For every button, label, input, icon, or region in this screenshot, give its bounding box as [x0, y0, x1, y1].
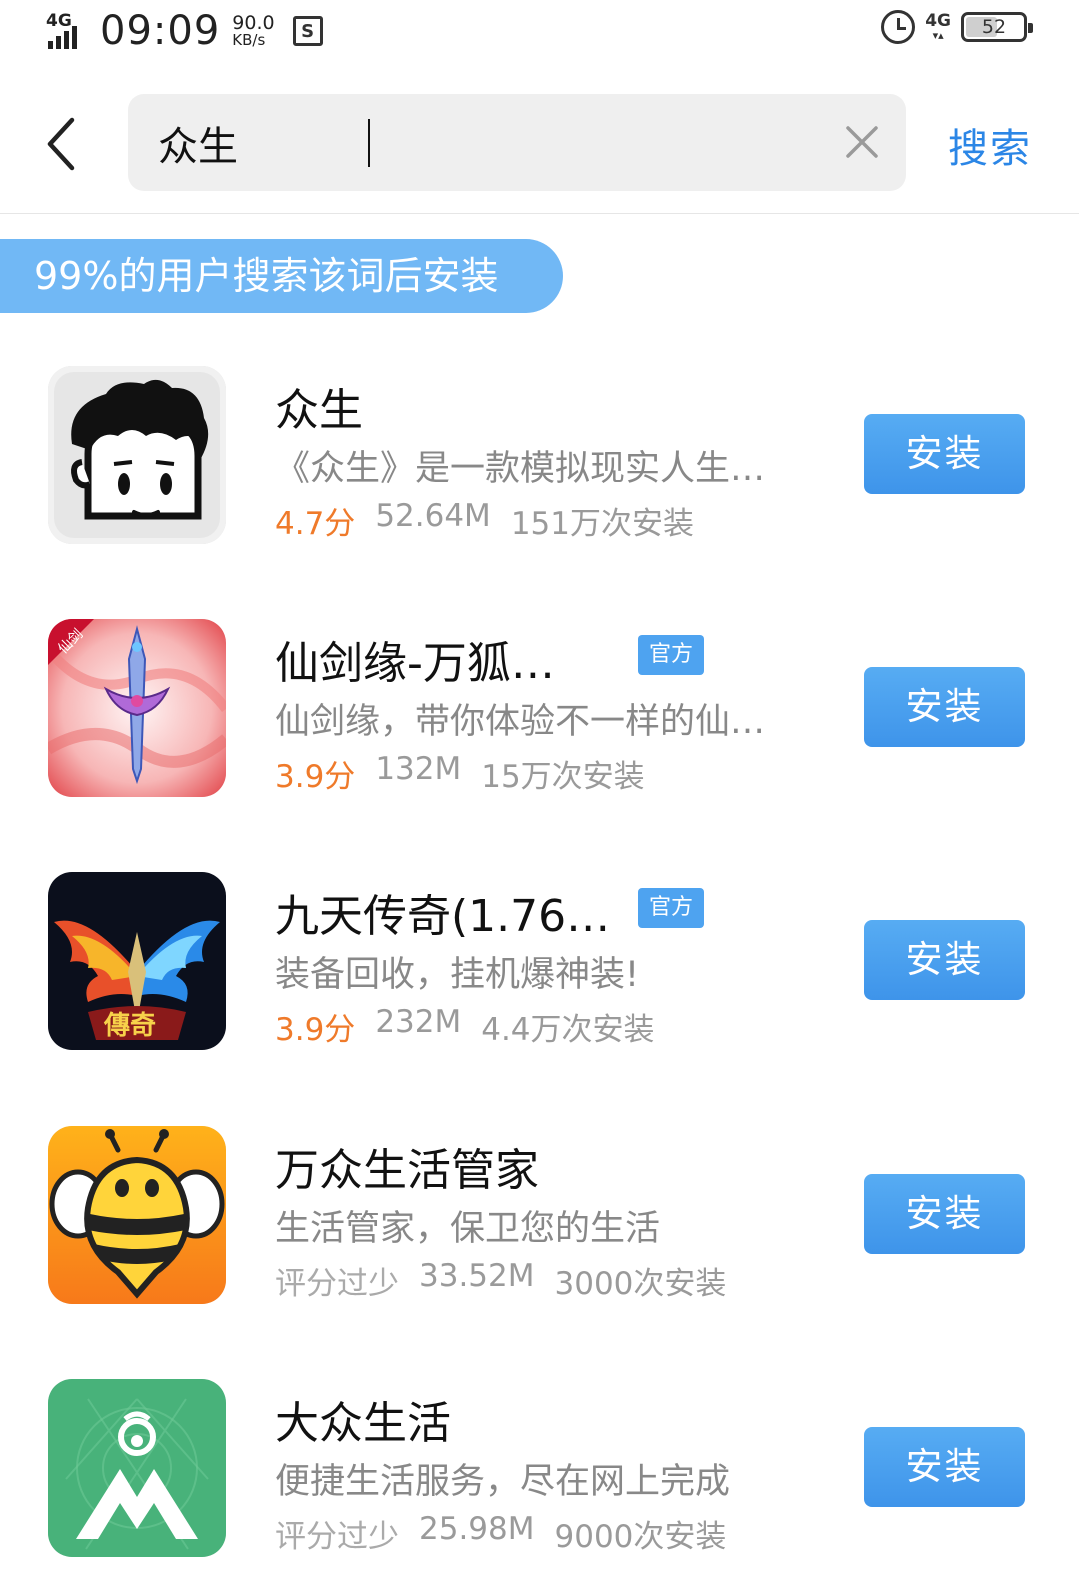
app-installs: 15万次安装	[481, 759, 645, 795]
mobile-data-icon: 4G ▾▴	[925, 11, 951, 42]
install-button[interactable]: 安装	[864, 920, 1025, 1000]
app-name[interactable]: 九天传奇(1.76…	[275, 880, 610, 944]
app-description: 装备回收，挂机爆神装!	[275, 955, 640, 995]
app-name[interactable]: 万众生活管家	[275, 1134, 539, 1198]
app-size: 52.64M	[375, 498, 491, 534]
search-box[interactable]	[128, 94, 906, 191]
install-button[interactable]: 安装	[864, 1427, 1025, 1507]
phoenix-wings-icon[interactable]: 傳奇	[48, 872, 226, 1050]
install-hint-banner: 99%的用户搜索该词后安装	[0, 239, 563, 313]
app-name[interactable]: 大众生活	[275, 1387, 451, 1451]
back-button[interactable]	[40, 114, 84, 174]
text-caret	[368, 119, 370, 167]
app-size: 232M	[375, 1004, 462, 1040]
status-right: 4G ▾▴ 52	[881, 10, 1033, 44]
app-size: 33.52M	[419, 1258, 535, 1294]
install-button[interactable]: 安装	[864, 414, 1025, 494]
app-rating: 评分过少	[275, 1519, 399, 1555]
app-meta: 评分过少 33.52M 3000次安装	[275, 1258, 726, 1303]
app-description: 《众生》是一款模拟现实人生…	[275, 449, 766, 489]
official-badge: 官方	[638, 888, 704, 928]
battery-level: 52	[981, 16, 1007, 38]
app-name[interactable]: 仙剑缘-万狐…	[275, 627, 555, 691]
app-description: 生活管家，保卫您的生活	[275, 1209, 661, 1249]
bee-icon[interactable]	[48, 1126, 226, 1304]
status-bar: 4G 09:09 90.0 KB/s S 4G ▾▴ 52	[0, 0, 1079, 64]
spider-m-logo-icon[interactable]	[48, 1379, 226, 1557]
app-rating: 3.9分	[275, 1012, 356, 1048]
app-installs: 3000次安装	[554, 1266, 727, 1302]
list-item[interactable]: 大众生活 便捷生活服务，尽在网上完成 评分过少 25.98M 9000次安装 安…	[0, 1353, 1079, 1578]
app-installs: 9000次安装	[554, 1519, 727, 1555]
app-meta: 3.9分 132M 15万次安装	[275, 751, 645, 796]
s-app-icon: S	[292, 16, 323, 46]
app-meta: 评分过少 25.98M 9000次安装	[275, 1511, 726, 1556]
speed-unit: KB/s	[232, 31, 266, 49]
clear-button[interactable]	[844, 124, 880, 160]
svg-text:傳奇: 傳奇	[103, 1011, 156, 1041]
app-name[interactable]: 众生	[275, 374, 363, 438]
network-speed: 90.0 KB/s	[232, 14, 274, 48]
clear-icon	[846, 126, 878, 158]
alarm-icon	[881, 10, 916, 44]
search-button[interactable]: 搜索	[948, 116, 1032, 174]
right-network-type: 4G	[925, 11, 951, 31]
list-item[interactable]: 傳奇 九天传奇(1.76… 官方 装备回收，挂机爆神装! 3.9分 232M 4…	[0, 846, 1079, 1076]
app-rating: 4.7分	[275, 506, 356, 542]
cartoon-face-icon[interactable]	[48, 366, 226, 544]
install-button[interactable]: 安装	[864, 1174, 1025, 1254]
battery-icon: 52	[961, 12, 1033, 42]
app-installs: 151万次安装	[510, 506, 694, 542]
app-rating: 评分过少	[275, 1266, 399, 1302]
status-left: 4G 09:09 90.0 KB/s S	[46, 8, 323, 54]
app-description: 便捷生活服务，尽在网上完成	[275, 1462, 731, 1502]
back-arrow-icon	[47, 117, 75, 171]
app-meta: 3.9分 232M 4.4万次安装	[275, 1004, 655, 1049]
clock: 09:09	[100, 8, 221, 54]
search-header: 搜索	[0, 64, 1079, 214]
app-description: 仙剑缘，带你体验不一样的仙…	[275, 702, 766, 742]
official-badge: 官方	[638, 635, 704, 675]
app-size: 132M	[375, 751, 462, 787]
app-rating: 3.9分	[275, 759, 356, 795]
signal-icon: 4G	[46, 11, 90, 51]
app-installs: 4.4万次安装	[481, 1012, 655, 1048]
app-size: 25.98M	[419, 1511, 535, 1547]
search-input[interactable]	[158, 108, 828, 178]
app-meta: 4.7分 52.64M 151万次安装	[275, 498, 694, 543]
sword-icon[interactable]: 仙剑	[48, 619, 226, 797]
list-item[interactable]: 仙剑 仙剑缘-万狐… 官方 仙剑缘，带你体验不一样的仙… 3.9分 132M 1…	[0, 593, 1079, 823]
list-item[interactable]: 众生 《众生》是一款模拟现实人生… 4.7分 52.64M 151万次安装 安装	[0, 340, 1079, 570]
list-item[interactable]: 万众生活管家 生活管家，保卫您的生活 评分过少 33.52M 3000次安装 安…	[0, 1100, 1079, 1330]
install-button[interactable]: 安装	[864, 667, 1025, 747]
